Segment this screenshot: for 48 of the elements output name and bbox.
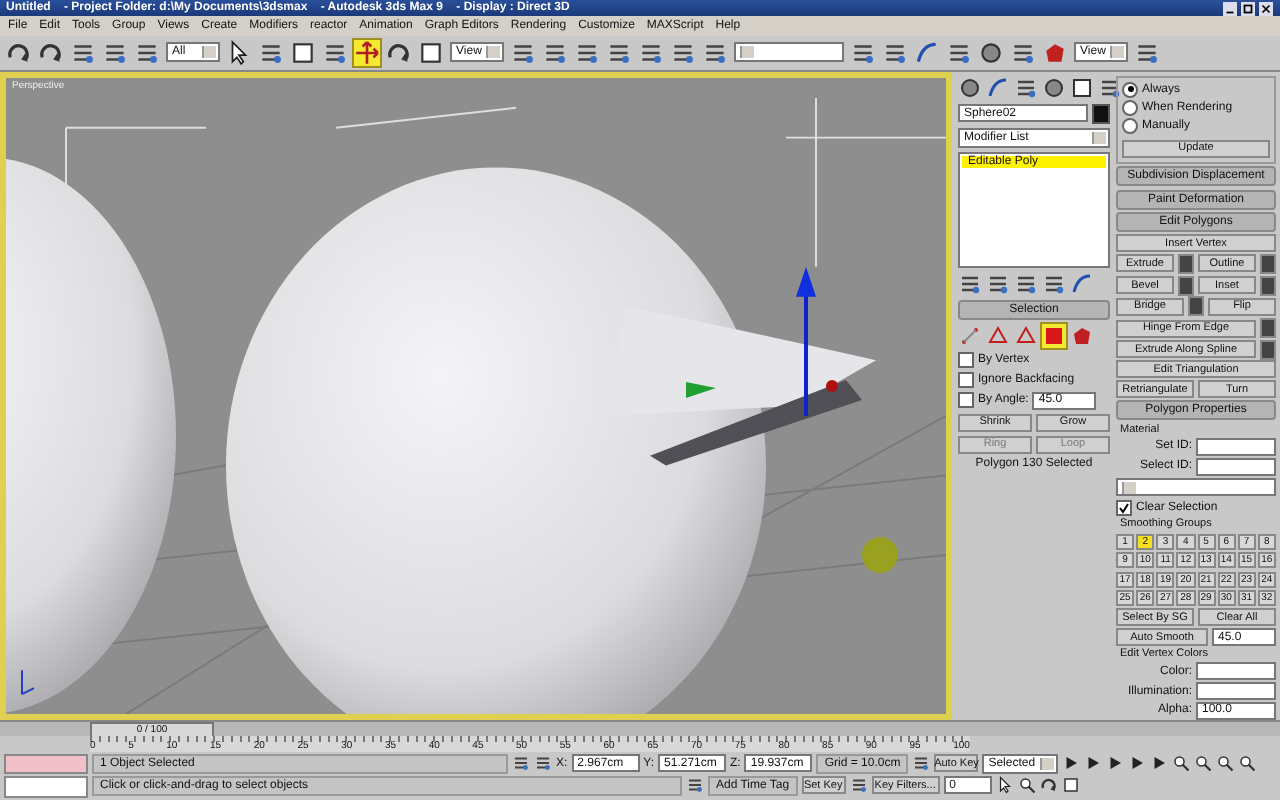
settings-button[interactable]	[1178, 275, 1194, 296]
named-selection-dropdown[interactable]	[734, 42, 844, 63]
pan-icon[interactable]	[995, 776, 1014, 795]
color-swatch[interactable]	[1196, 662, 1276, 681]
border-icon[interactable]	[1014, 323, 1038, 348]
display-icon[interactable]	[1070, 75, 1094, 100]
polygon-icon[interactable]	[1042, 323, 1066, 348]
rectangle-icon[interactable]	[290, 39, 316, 66]
rotate-icon[interactable]	[386, 39, 412, 66]
move-icon[interactable]	[354, 39, 380, 66]
vertex-icon[interactable]	[958, 323, 982, 348]
undo-icon[interactable]	[6, 39, 32, 66]
id-spinner[interactable]	[1196, 437, 1276, 456]
minimize-icon[interactable]	[1222, 1, 1238, 16]
settings-button[interactable]	[1260, 339, 1276, 360]
settings-button[interactable]	[1260, 275, 1276, 296]
field-of-view-icon[interactable]	[1017, 776, 1036, 795]
radio-button[interactable]	[1122, 99, 1138, 116]
material-dropdown[interactable]	[1116, 477, 1276, 497]
maximize-icon[interactable]	[1240, 1, 1256, 16]
orbit-icon[interactable]	[1039, 776, 1058, 795]
radio-button[interactable]	[1122, 81, 1138, 98]
color-swatch[interactable]	[1196, 682, 1276, 701]
maximize-icon[interactable]	[1061, 776, 1080, 795]
checkbox[interactable]	[958, 371, 974, 388]
id-spinner[interactable]	[1196, 457, 1276, 476]
settings-button[interactable]	[1260, 318, 1276, 338]
object-color-swatch[interactable]	[1092, 103, 1110, 124]
zoom-all-icon[interactable]	[1193, 754, 1212, 773]
checkbox[interactable]	[1116, 499, 1132, 516]
cursor-icon[interactable]	[226, 39, 252, 66]
settings-button[interactable]	[1178, 253, 1194, 274]
teapot-icon[interactable]	[1042, 39, 1068, 66]
element-icon[interactable]	[1070, 323, 1094, 348]
radio-button[interactable]	[1122, 117, 1138, 134]
zoom-extents-all-icon[interactable]	[1237, 754, 1256, 773]
checkbox[interactable]	[958, 351, 974, 368]
zoom-icon[interactable]	[1171, 754, 1190, 773]
settings-button[interactable]	[1260, 253, 1276, 274]
close-icon[interactable]	[1258, 1, 1274, 16]
listener-field[interactable]	[4, 776, 88, 798]
play-icon[interactable]	[1105, 754, 1124, 773]
listener-field[interactable]	[4, 753, 88, 775]
edge-icon[interactable]	[986, 323, 1010, 348]
checkbox[interactable]	[958, 392, 974, 409]
settings-button[interactable]	[1188, 296, 1204, 317]
redo-icon[interactable]	[38, 39, 64, 66]
zoom-extents-icon[interactable]	[1215, 754, 1234, 773]
